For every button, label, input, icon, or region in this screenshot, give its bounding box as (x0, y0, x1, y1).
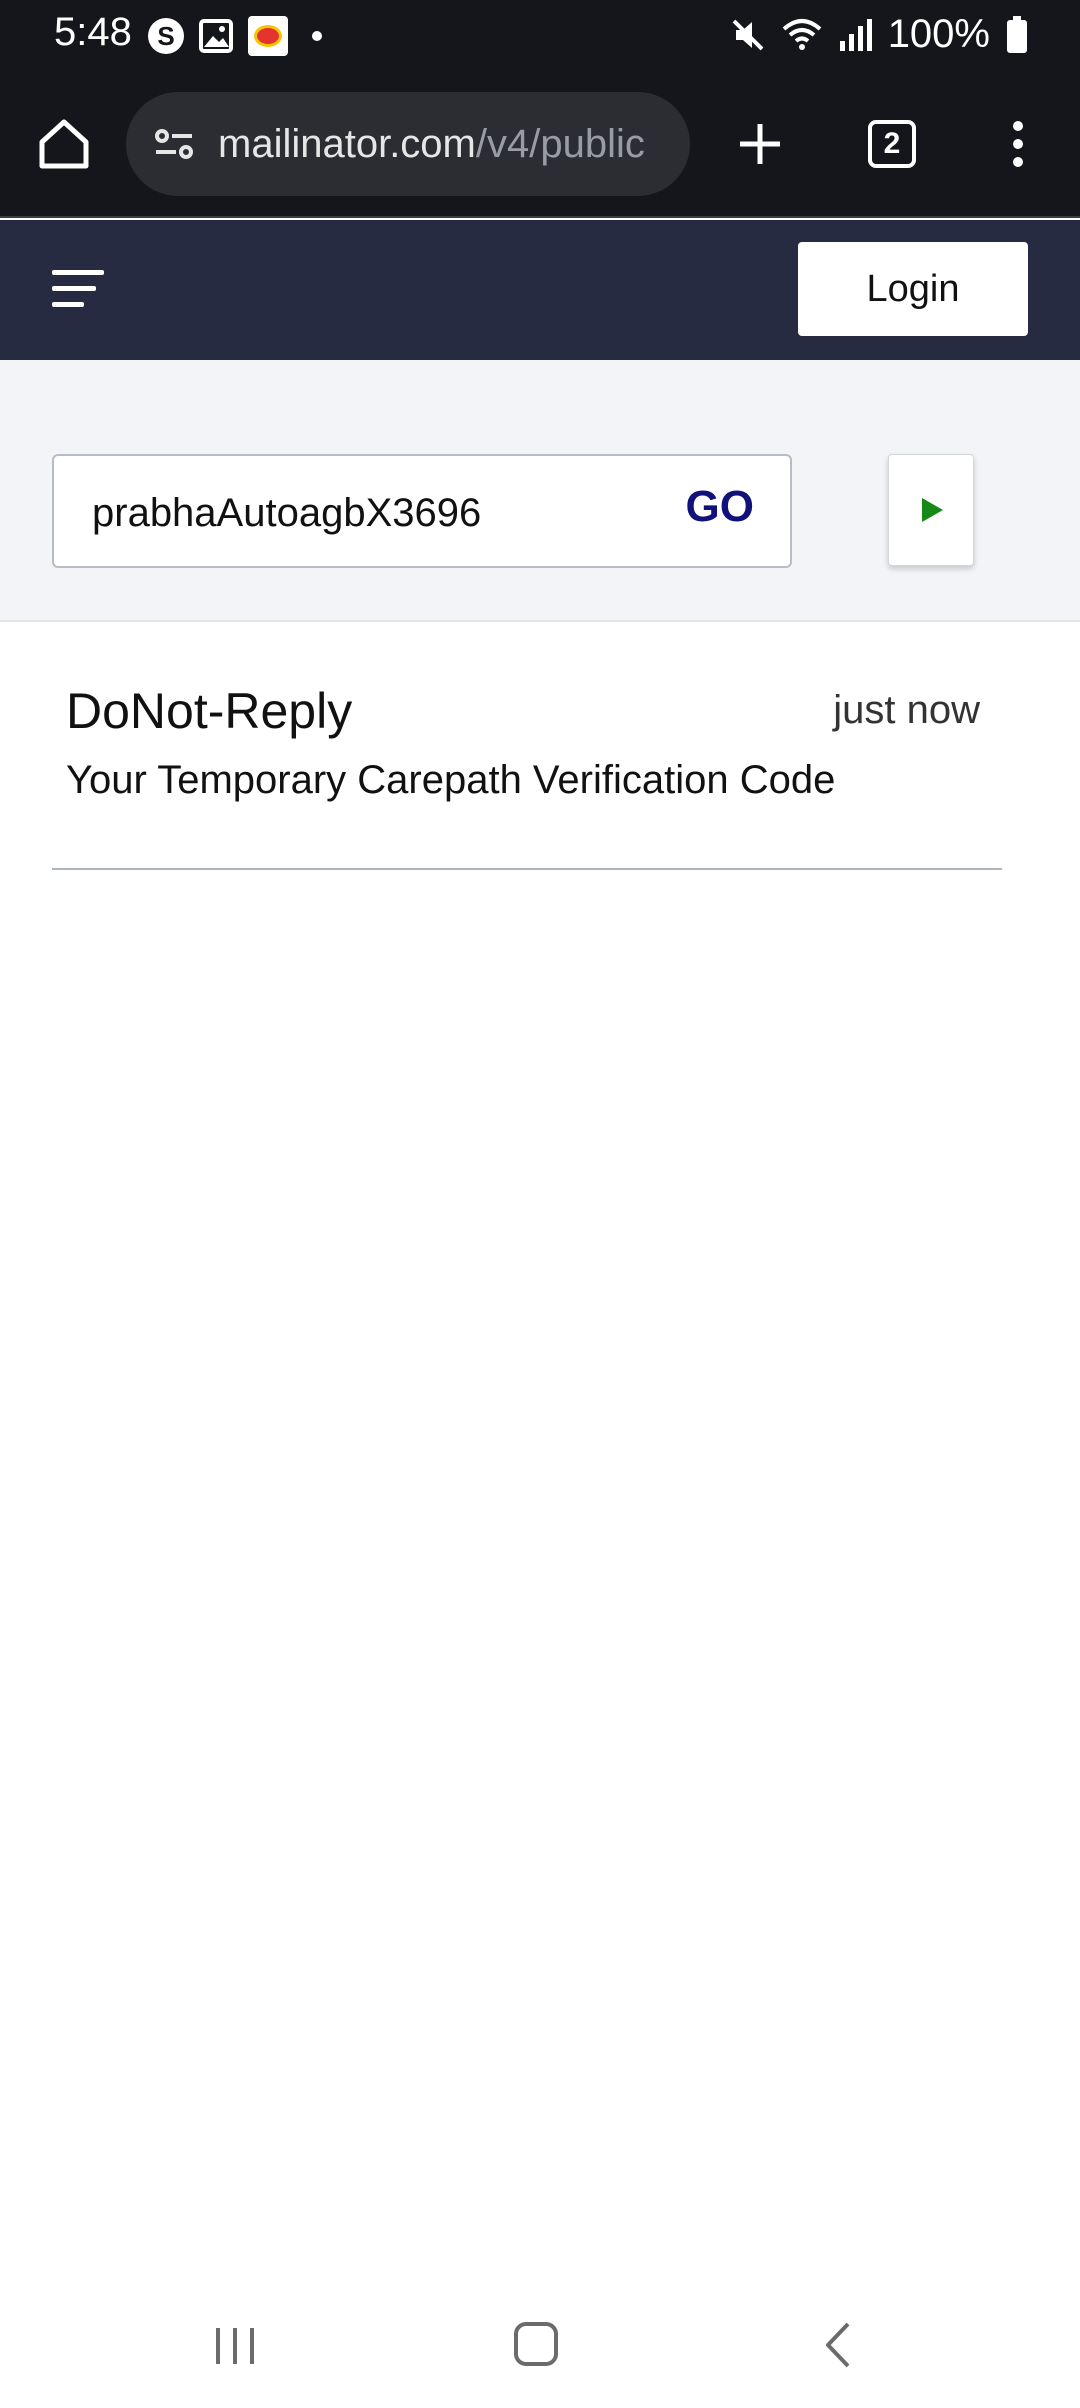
browser-toolbar: mailinator.com/v4/public 2 (0, 70, 1080, 218)
list-item[interactable]: DoNot-Reply just now Your Temporary Care… (52, 660, 1002, 870)
home-nav-icon[interactable] (512, 2320, 560, 2368)
mute-icon (732, 19, 764, 50)
home-icon[interactable] (34, 114, 94, 174)
status-bar: 5:48 S 100% (0, 0, 1080, 70)
message-time: just now (833, 688, 980, 732)
gallery-icon (199, 19, 233, 53)
wifi-icon (782, 18, 822, 50)
login-button[interactable]: Login (798, 242, 1028, 336)
inbox-search-box: GO (52, 454, 792, 568)
s-app-icon: S (148, 18, 184, 54)
battery-icon (1007, 15, 1027, 53)
message-sender: DoNot-Reply (66, 683, 353, 739)
url-host: mailinator.com (218, 121, 476, 166)
new-tab-icon[interactable] (730, 114, 790, 174)
inbox-search-area: GO (0, 360, 1080, 622)
system-navigation-bar (0, 2270, 1080, 2408)
site-header: Login (0, 220, 1080, 360)
site-settings-icon[interactable] (150, 120, 198, 168)
battery-percent: 100% (887, 12, 990, 56)
status-icons-right: 100% (730, 12, 1028, 57)
notification-dot (312, 31, 322, 41)
url-path: /v4/public (475, 121, 645, 166)
inbox-name-input[interactable] (92, 484, 652, 542)
play-button[interactable] (888, 454, 974, 566)
url-text[interactable]: mailinator.com/v4/public (218, 122, 645, 167)
status-icons-left: S (148, 16, 322, 56)
recent-apps-icon[interactable] (210, 2324, 260, 2368)
more-options-icon[interactable] (1000, 114, 1036, 174)
message-subject: Your Temporary Carepath Verification Cod… (66, 758, 836, 802)
play-icon (922, 498, 943, 522)
back-icon[interactable] (818, 2320, 858, 2370)
status-time: 5:48 (54, 10, 132, 54)
signal-icon (839, 18, 872, 51)
hamburger-menu-icon[interactable] (50, 266, 110, 314)
tab-switcher-button[interactable]: 2 (868, 120, 916, 168)
go-button[interactable]: GO (686, 482, 754, 532)
address-bar[interactable]: mailinator.com/v4/public (126, 92, 690, 196)
game-app-icon (248, 16, 288, 56)
